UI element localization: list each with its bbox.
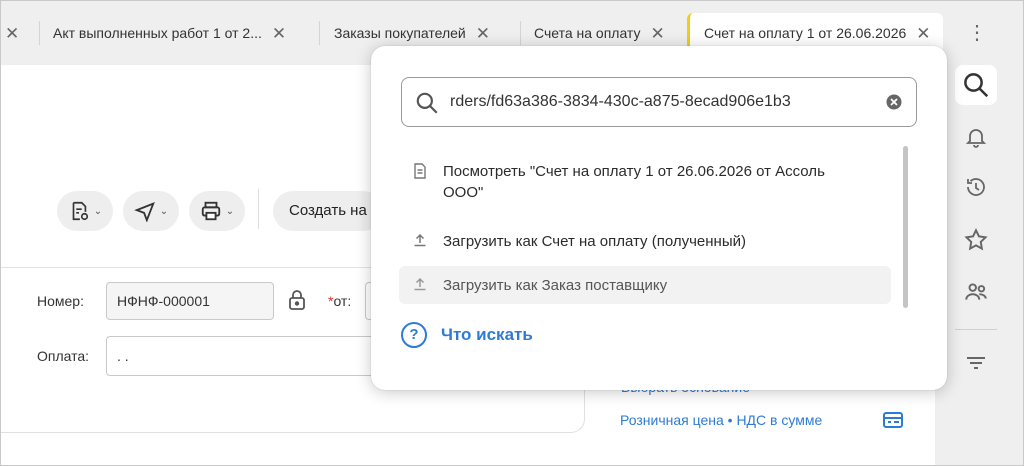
filter-lines-icon (967, 357, 985, 369)
search-input[interactable] (450, 88, 876, 116)
suggestion-label: Загрузить как Счет на оплату (полученный… (443, 233, 746, 250)
price-table-icon[interactable] (882, 411, 904, 429)
suggestion-label: Посмотреть "Счет на оплату 1 от 26.06.20… (443, 163, 825, 201)
send-button[interactable]: ⌄ (123, 191, 179, 231)
date-label-text: от: (333, 293, 352, 309)
upload-icon (414, 233, 426, 247)
print-button[interactable]: ⌄ (189, 191, 245, 231)
close-icon[interactable]: ✕ (916, 25, 930, 42)
users-button[interactable] (955, 272, 997, 312)
tab-divider (520, 21, 521, 45)
clear-icon[interactable] (886, 94, 902, 110)
close-icon[interactable]: ✕ (651, 25, 665, 42)
close-icon[interactable]: ✕ (5, 25, 19, 42)
send-icon (133, 202, 155, 222)
search-icon (964, 73, 989, 98)
more-menu-icon[interactable]: ⋮ (967, 21, 987, 45)
sidebar-divider (955, 329, 997, 330)
search-popup: Посмотреть "Счет на оплату 1 от 26.06.20… (371, 46, 947, 390)
filter-button[interactable] (955, 343, 997, 383)
chevron-down-icon: ⌄ (225, 205, 235, 217)
number-field[interactable]: НФНФ-000001 (106, 282, 274, 320)
star-icon (964, 228, 988, 251)
tab-divider (319, 21, 320, 45)
tab-label: Счет на оплату 1 от 26.06.2026 (704, 25, 907, 41)
favorites-button[interactable] (955, 220, 997, 260)
tab-act[interactable]: Акт выполненных работ 1 от 2... ✕ (53, 13, 286, 53)
date-label: *от: (328, 293, 351, 309)
history-icon (967, 178, 985, 196)
question-icon: ? (401, 322, 427, 348)
payment-field[interactable]: . . (106, 336, 386, 376)
document-icon (414, 163, 426, 179)
number-value: НФНФ-000001 (117, 293, 210, 309)
chevron-down-icon: ⌄ (159, 205, 169, 217)
lock-icon[interactable] (287, 289, 307, 311)
toolbar-divider (258, 189, 259, 229)
printer-icon (201, 201, 220, 221)
tab-label: Акт выполненных работ 1 от 2... (53, 25, 262, 41)
create-based-on-button[interactable]: Создать на основании (273, 191, 383, 231)
payment-value: . . (117, 348, 129, 364)
app-window: ✕ Акт выполненных работ 1 от 2... ✕ Зака… (1, 1, 1023, 465)
tab-close-partial[interactable]: ✕ (5, 13, 19, 53)
scrollbar[interactable] (903, 146, 908, 308)
search-help-label: Что искать (441, 325, 533, 344)
users-icon (965, 283, 987, 300)
search-button[interactable] (955, 65, 997, 105)
notifications-button[interactable] (955, 117, 997, 157)
search-field[interactable] (401, 77, 917, 127)
tab-label: Счета на оплату (534, 25, 641, 41)
suggestion-view[interactable]: Посмотреть "Счет на оплату 1 от 26.06.20… (399, 161, 893, 207)
search-help-link[interactable]: ? Что искать (401, 322, 533, 348)
document-actions-button[interactable]: ⌄ (57, 191, 113, 231)
document-settings-icon (72, 201, 88, 221)
chevron-down-icon: ⌄ (93, 205, 103, 217)
close-icon[interactable]: ✕ (476, 25, 490, 42)
close-icon[interactable]: ✕ (272, 25, 286, 42)
suggestion-upload-invoice[interactable]: Загрузить как Счет на оплату (полученный… (399, 231, 893, 255)
bell-icon (965, 129, 987, 148)
right-sidebar (935, 65, 1023, 465)
payment-label: Оплата: (37, 348, 90, 364)
search-icon (416, 92, 438, 114)
upload-icon (414, 277, 426, 291)
tab-divider (39, 21, 40, 45)
price-type-link[interactable]: Розничная цена • НДС в сумме (620, 412, 822, 428)
number-label: Номер: (37, 293, 84, 309)
suggestion-upload-supplier-order[interactable]: Загрузить как Заказ поставщику (399, 266, 891, 304)
suggestion-label: Загрузить как Заказ поставщику (443, 277, 668, 294)
history-button[interactable] (955, 167, 997, 207)
tab-label: Заказы покупателей (334, 25, 466, 41)
